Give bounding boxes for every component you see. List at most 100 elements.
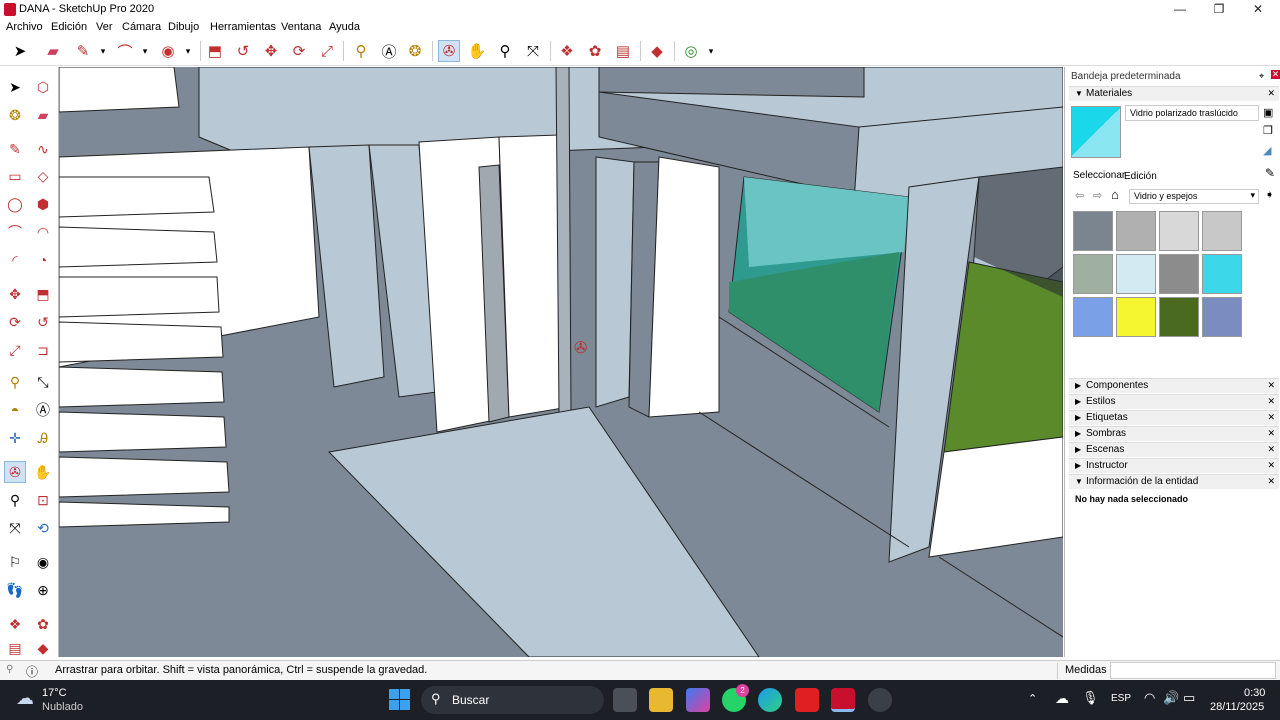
position-camera-icon[interactable]: ⚐ (4, 551, 26, 573)
minimize-button[interactable]: — (1160, 0, 1200, 20)
text-tool-icon[interactable]: Ⓐ (32, 399, 54, 421)
ruby-console-icon[interactable]: ◆ (646, 40, 668, 62)
zoom-extents-tool-icon[interactable]: ⤧ (4, 517, 26, 539)
tags-panel-header[interactable]: ▶ Etiquetas ✕ (1069, 410, 1279, 425)
tape-measure-tool-icon[interactable]: ⚲ (4, 371, 26, 393)
default-material-icon[interactable]: ◢ (1263, 144, 1271, 157)
material-swatch[interactable] (1073, 211, 1113, 251)
chevron-down-icon[interactable]: ▾ (177, 40, 199, 62)
arc-tool-icon[interactable]: ⌒ (4, 221, 26, 243)
text-tool-icon[interactable]: Ⓐ (378, 40, 400, 62)
volume-icon[interactable]: 🔊 (1163, 690, 1179, 706)
scale-tool-icon[interactable]: ⤢ (316, 40, 338, 62)
onedrive-icon[interactable]: ☁ (1055, 690, 1069, 707)
styles-panel-header[interactable]: ▶ Estilos ✕ (1069, 394, 1279, 409)
chevron-down-icon[interactable]: ▾ (134, 40, 156, 62)
push-pull-tool-icon[interactable]: ⬒ (204, 40, 226, 62)
scenes-panel-header[interactable]: ▶ Escenas ✕ (1069, 442, 1279, 457)
move-tool-icon[interactable]: ✥ (4, 283, 26, 305)
materials-panel-header[interactable]: ▼ Materiales ✕ (1069, 86, 1279, 101)
scale-tool-icon[interactable]: ⤢ (4, 339, 26, 361)
move-tool-icon[interactable]: ✥ (260, 40, 282, 62)
zoom-extents-tool-icon[interactable]: ⤧ (522, 40, 544, 62)
copilot-icon[interactable] (686, 688, 710, 712)
rotated-rectangle-icon[interactable]: ◇ (32, 165, 54, 187)
close-tray-icon[interactable]: ✕ (1271, 70, 1280, 79)
forward-arrow-icon[interactable]: ⇨ (1093, 189, 1102, 202)
extension-warehouse-icon[interactable]: ✿ (32, 613, 54, 635)
material-swatch[interactable] (1202, 297, 1242, 337)
geo-location-icon[interactable]: ⚲ (6, 664, 13, 675)
rectangle-tool-icon[interactable]: ▭ (4, 165, 26, 187)
close-icon[interactable]: ✕ (1267, 460, 1275, 471)
rotate-tool-icon[interactable]: ⟳ (4, 311, 26, 333)
close-button[interactable]: ✕ (1238, 0, 1278, 20)
shape-tool-icon[interactable]: ◉ (157, 40, 179, 62)
menu-ayuda[interactable]: Ayuda (329, 21, 360, 33)
microphone-icon[interactable]: 🎙 (1082, 690, 1099, 706)
measurements-box[interactable] (1110, 662, 1276, 679)
task-view-icon[interactable] (613, 688, 637, 712)
tape-measure-tool-icon[interactable]: ⚲ (350, 40, 372, 62)
eraser-tool-icon[interactable]: ▰ (42, 40, 64, 62)
close-icon[interactable]: ✕ (1267, 476, 1275, 487)
wifi-icon[interactable]: ◠ (1144, 690, 1155, 706)
layout-icon[interactable]: ▤ (4, 637, 26, 659)
battery-icon[interactable]: ▭ (1183, 690, 1195, 706)
pan-tool-icon[interactable]: ✋ (32, 461, 54, 483)
material-swatch[interactable] (1202, 254, 1242, 294)
follow-me-tool-icon[interactable]: ↺ (32, 311, 54, 333)
menu-herramientas[interactable]: Herramientas (210, 21, 276, 33)
create-material-icon[interactable]: ▣ (1263, 106, 1273, 119)
paint-bucket-tool-icon[interactable]: ❂ (404, 40, 426, 62)
eyedropper-icon[interactable]: ✎ (1265, 166, 1275, 180)
previous-view-icon[interactable]: ⟲ (32, 517, 54, 539)
rotate-tool-icon[interactable]: ⟳ (288, 40, 310, 62)
zoom-window-icon[interactable]: ⊡ (32, 489, 54, 511)
material-swatch[interactable] (1202, 211, 1242, 251)
close-icon[interactable]: ✕ (1267, 88, 1275, 99)
clock-time[interactable]: 0:30 (1244, 687, 1265, 699)
walk-tool-icon[interactable]: 👣 (4, 579, 26, 601)
close-icon[interactable]: ✕ (1267, 380, 1275, 391)
windows-start-icon[interactable] (389, 689, 410, 710)
material-name-field[interactable]: Vidrio polarizado traslúcido (1125, 105, 1259, 121)
edge-browser-icon[interactable] (758, 688, 782, 712)
warehouse-icon[interactable]: ❖ (4, 613, 26, 635)
freehand-tool-icon[interactable]: ∿ (32, 138, 54, 160)
maximize-button[interactable]: ❐ (1199, 0, 1239, 20)
close-icon[interactable]: ✕ (1267, 396, 1275, 407)
3d-text-tool-icon[interactable]: Ꭿ (32, 427, 54, 449)
push-pull-tool-icon[interactable]: ⬒ (32, 283, 54, 305)
tab-select[interactable]: Seleccionar (1073, 170, 1125, 181)
pin-icon[interactable]: ⌖ (1259, 71, 1264, 82)
material-swatch[interactable] (1116, 297, 1156, 337)
material-swatch[interactable] (1159, 297, 1199, 337)
library-select[interactable]: Vidrio y espejos ▾ (1129, 189, 1259, 204)
zoom-tool-icon[interactable]: ⚲ (494, 40, 516, 62)
protractor-tool-icon[interactable]: ◓ (4, 399, 26, 421)
paint-bucket-tool-icon[interactable]: ❂ (4, 104, 26, 126)
tab-edit[interactable]: Edición (1124, 171, 1157, 182)
details-arrow-icon[interactable]: ➧ (1265, 188, 1274, 201)
warehouse-icon[interactable]: ❖ (556, 40, 578, 62)
clock-date[interactable]: 28/11/2025 (1210, 701, 1264, 713)
info-icon[interactable]: ⓘ (26, 663, 38, 680)
material-swatch[interactable] (1159, 254, 1199, 294)
sample-paint-icon[interactable]: ❒ (1263, 124, 1273, 137)
eraser-tool-icon[interactable]: ▰ (32, 104, 54, 126)
entity-info-panel-header[interactable]: ▼ Información de la entidad ✕ (1069, 474, 1279, 489)
pie-tool-icon[interactable]: ◔ (32, 249, 54, 271)
account-icon[interactable]: ◎ (680, 40, 702, 62)
weather-desc[interactable]: Nublado (42, 701, 83, 713)
menu-dibujo[interactable]: Dibujo (168, 21, 199, 33)
two-point-arc-icon[interactable]: ◠ (32, 221, 54, 243)
menu-edicion[interactable]: Edición (51, 21, 87, 33)
menu-archivo[interactable]: Archivo (6, 21, 43, 33)
menu-ver[interactable]: Ver (96, 21, 113, 33)
dimension-tool-icon[interactable]: ⤡ (32, 371, 54, 393)
close-icon[interactable]: ✕ (1267, 444, 1275, 455)
three-point-arc-icon[interactable]: ◜ (4, 249, 26, 271)
close-icon[interactable]: ✕ (1267, 428, 1275, 439)
layout-icon[interactable]: ▤ (612, 40, 634, 62)
